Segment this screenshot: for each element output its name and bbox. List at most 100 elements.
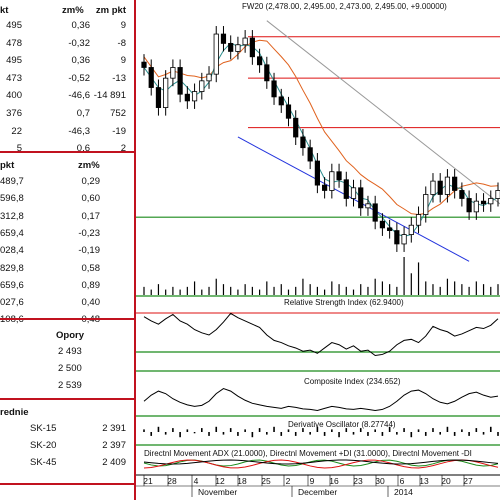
table-row: 659,4 -0,23 [0,228,134,240]
quote-change-pts: 752 [110,108,126,119]
candle-body [329,171,335,191]
index-change-pct: 0,48 [82,314,101,326]
x-tick-label: 28 [167,476,177,486]
table-row: 489,7 0,29 [0,176,134,188]
month-label: 2014 [394,487,413,497]
candle-body [148,67,154,88]
candle-body [452,176,458,191]
quote-change-pts: 9 [120,20,126,31]
index-change-pct: 0,58 [81,262,101,274]
table-row: 108,6 0,48 [0,314,134,326]
chart-title: FW20 (2,478.00, 2,495.00, 2,473.00, 2,49… [242,2,447,11]
x-tick-label: 9 [310,476,315,486]
divider [0,151,134,153]
month-label: December [298,487,337,497]
index-change-pct: 0,17 [81,210,101,222]
candle-body [206,73,212,82]
candle-body [350,187,357,199]
moving-averages-header: rednie [0,407,29,418]
candle-body [184,93,190,102]
candle-body [163,77,169,108]
column-header: zm pkt [95,5,126,16]
fw20-chart[interactable]: FW20 (2,478.00, 2,495.00, 2,473.00, 2,49… [136,0,500,500]
candle-body [141,61,147,68]
resistance-header: Opory [56,330,84,341]
candle-body [358,187,364,209]
candle-body [256,56,263,66]
resistance-value: 2 500 [58,363,82,374]
index-value: 829,8 [0,262,24,274]
x-tick-label: 6 [400,476,405,486]
divider [0,483,134,485]
table-row: 2 493 [0,346,134,358]
ma-label: SK-45 [30,457,57,468]
table-row: SK-15 2 391 [0,423,134,435]
x-tick-label: 23 [353,476,363,486]
index-change-pct: -0,23 [78,227,100,239]
quote-value: 473 [6,72,22,84]
quote-change-pct: 0,6 [76,143,90,155]
table-row: SK-20 2 397 [0,440,134,452]
quote-change-pts: -19 [112,125,126,137]
x-tick-label: 25 [261,476,271,486]
ma-value: 2 391 [102,423,126,434]
candle-body [343,179,349,199]
quote-value: 400 [6,90,22,102]
candle-body [408,224,414,235]
quote-change-pts: 9 [120,55,126,67]
quote-change-pct: -0,52 [68,72,90,84]
x-tick-label: 4 [194,476,199,486]
index-change-pct: 0,60 [81,193,101,205]
table-row: 495 0,36 9 [0,20,134,32]
candle-body [480,200,487,205]
x-tick-label: 27 [463,476,473,486]
quote-change-pct: 0,7 [76,108,90,119]
index-value: 659,6 [0,279,24,291]
candle-body [314,160,320,186]
candle-body [459,190,465,199]
table-row: 5 0,6 2 [0,143,134,155]
candle-body [242,37,248,46]
candle-body [466,198,472,213]
month-label: November [198,487,237,497]
candle-body [473,200,479,213]
x-tick-label: 20 [441,476,451,486]
table-row: 400 -46,6 -14 891 [0,90,134,102]
table-row: 2 500 [0,363,134,375]
x-tick-label: 18 [237,476,247,486]
index-change-pct: -0,19 [78,245,100,257]
table1-header: kt zm% zm pkt [0,5,134,17]
column-header: zm% [78,160,100,171]
candle-body [336,171,342,181]
ma-value: 2 409 [102,457,126,468]
candle-body [213,33,219,75]
candle-body [394,230,400,245]
quote-value: 376 [6,108,22,119]
table-row: 659,6 0,89 [0,280,134,292]
column-header: pkt [0,160,15,171]
quote-change-pct: -46,3 [68,125,90,137]
table-row: 478 -0,32 -8 [0,38,134,50]
index-value: 596,8 [0,193,24,205]
table-row: 376 0,7 752 [0,108,134,120]
quote-change-pts: -13 [112,72,126,84]
table-row: 596,8 0,60 [0,193,134,205]
moving-average-line [143,42,499,237]
quote-change-pct: -0,32 [68,37,90,49]
table-row: 028,4 -0,19 [0,245,134,257]
index-change-pct: 0,40 [81,297,101,309]
quote-value: 495 [6,55,22,67]
quote-change-pts: -14 891 [93,90,126,102]
candle-body [379,220,386,229]
index-value: 659,4 [0,227,24,239]
candle-body [170,67,176,79]
candle-body [285,104,292,119]
table-row: 829,8 0,58 [0,263,134,275]
trend-line [266,20,500,205]
quote-value: 5 [16,143,22,155]
candle-body [430,180,436,195]
candle-body [264,64,270,82]
candle-body [307,147,313,162]
column-header: zm% [62,5,84,16]
candle-body [249,37,255,58]
